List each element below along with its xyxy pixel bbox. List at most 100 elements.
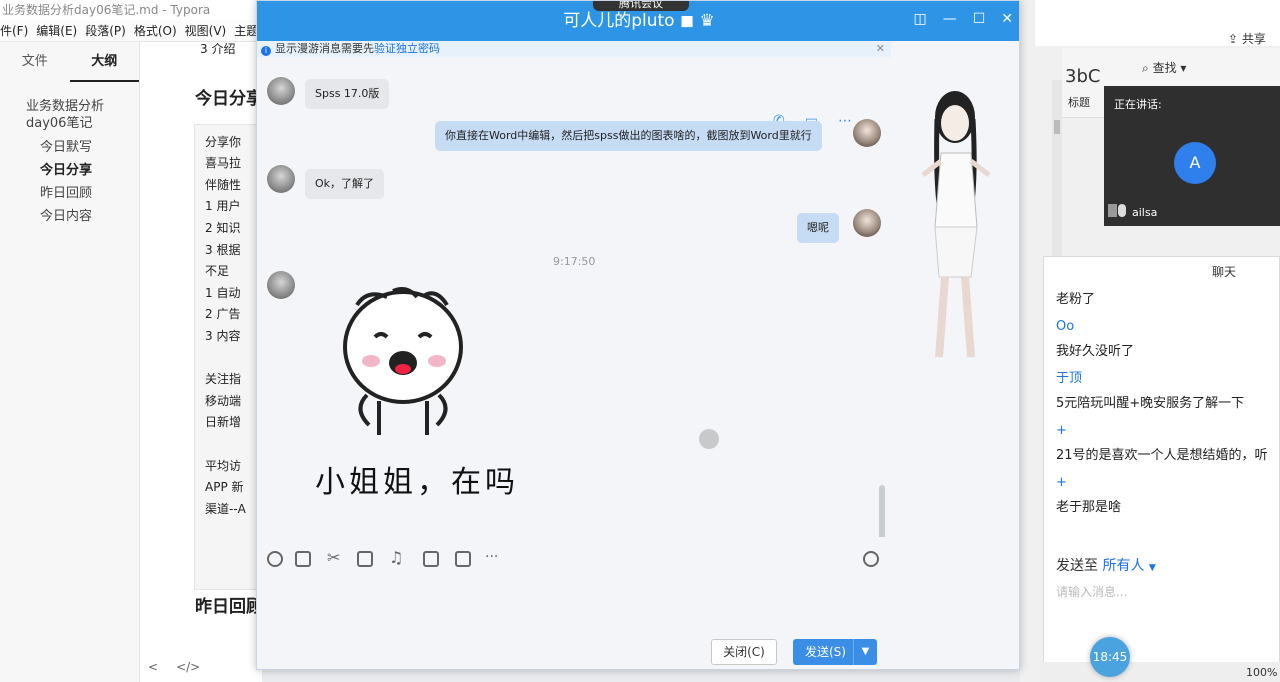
share-window-icon[interactable]: ◫ xyxy=(913,11,926,27)
menu-format[interactable]: 格式(O) xyxy=(134,20,177,41)
outline-root[interactable]: 业务数据分析day06笔记 xyxy=(0,82,139,132)
outline-item[interactable]: 昨日回顾 xyxy=(0,182,139,205)
search-icon: ⌕ xyxy=(1142,61,1149,75)
code-line: 不足 xyxy=(205,264,230,278)
chat-message: 我好久没听了 xyxy=(1056,344,1135,359)
emoji-icon[interactable] xyxy=(267,551,283,567)
send-to-selector[interactable]: 发送至 所有人 ▼ xyxy=(1056,555,1156,575)
chat-message: 老于那是啥 xyxy=(1056,500,1122,515)
voice-icon[interactable]: ♫ xyxy=(389,550,405,567)
send-button[interactable]: 发送(S) ▼ xyxy=(793,639,877,665)
typora-menubar: 件(F) 编辑(E) 段落(P) 格式(O) 视图(V) 主题 xyxy=(0,20,262,42)
contact-show-figure xyxy=(891,57,1019,669)
message-list[interactable]: ✆ ▭ ⋯ Spss 17.0版 你直接在Word中编辑，然后把spss做出的图… xyxy=(257,57,891,537)
chat-list: 老粉了 Oo 我好久没听了 于顶 5元陪玩叫醒+晚安服务了解一下 + 21号的是… xyxy=(1056,287,1280,523)
menu-paragraph[interactable]: 段落(P) xyxy=(85,20,126,41)
outline-item[interactable]: 今日分享 xyxy=(0,159,139,182)
word-scrollbar[interactable] xyxy=(1052,80,1062,260)
find-label: 查找 xyxy=(1152,61,1177,75)
folder-icon[interactable] xyxy=(357,551,373,567)
meeting-tag: 腾讯会议 xyxy=(593,1,689,11)
zoom-level[interactable]: 100% xyxy=(1246,666,1277,679)
send-to-target[interactable]: 所有人 xyxy=(1102,558,1144,574)
close-icon[interactable]: ✕ xyxy=(1001,11,1013,27)
typora-footer: < </> xyxy=(148,660,200,674)
menu-view[interactable]: 视图(V) xyxy=(185,20,227,41)
editor-line: 3 介绍 xyxy=(200,42,236,56)
qq-chat-window: 可人儿的pluto ◼ ♛ ◫ — ☐ ✕ 腾讯会议 i 显示漫游消息需要先验证独… xyxy=(256,0,1020,670)
menu-file[interactable]: 件(F) xyxy=(0,20,28,41)
close-notice-icon[interactable]: ✕ xyxy=(876,41,885,57)
chat-input[interactable]: 请输入消息... xyxy=(1056,583,1127,600)
image-icon[interactable] xyxy=(423,551,439,567)
message-bubble: Spss 17.0版 xyxy=(305,79,390,109)
code-line: 渠道--A xyxy=(205,502,246,516)
code-line: 2 广告 xyxy=(205,307,241,321)
message-scrollbar[interactable] xyxy=(879,485,885,537)
vip-icon: ♛ xyxy=(699,11,715,31)
more-tools-icon[interactable]: ··· xyxy=(485,550,507,567)
maximize-icon[interactable]: ☐ xyxy=(973,11,986,27)
menu-edit[interactable]: 编辑(E) xyxy=(36,20,77,41)
chevron-down-icon[interactable]: ▼ xyxy=(853,639,877,665)
info-icon: i xyxy=(261,46,271,56)
sticker-caption: 小姐姐，在吗 xyxy=(315,465,519,500)
avatar[interactable] xyxy=(267,77,295,105)
minimize-icon[interactable]: — xyxy=(943,11,957,27)
chat-message: 5元陪玩叫醒+晚安服务了解一下 xyxy=(1056,396,1245,411)
code-line: 伴随性 xyxy=(205,178,242,192)
status-bar xyxy=(1040,662,1280,682)
message-bubble: 嗯呢 xyxy=(797,213,839,243)
gif-icon[interactable] xyxy=(295,551,311,567)
more-icon[interactable]: ⋯ xyxy=(838,113,852,129)
code-block[interactable]: 分享你 喜马拉 伴随性 1 用户 2 知识 3 根据 不足 1 自动 2 广告 … xyxy=(194,124,262,590)
avatar[interactable] xyxy=(267,165,295,193)
chat-sender: Oo xyxy=(1056,319,1075,334)
avatar[interactable] xyxy=(853,119,881,147)
menu-theme[interactable]: 主题 xyxy=(234,20,258,41)
typora-title: 业务数据分析day06笔记.md - Typora xyxy=(0,0,262,20)
word-scroll-thumb[interactable] xyxy=(1054,120,1060,134)
avatar[interactable] xyxy=(267,271,295,299)
scissors-icon[interactable]: ✂ xyxy=(327,550,343,567)
heading-today: 今日分享 xyxy=(195,89,262,109)
typora-window: 业务数据分析day06笔记.md - Typora 件(F) 编辑(E) 段落(… xyxy=(0,0,262,682)
microphone-icon xyxy=(1118,204,1126,217)
chat-title: 聊天 xyxy=(1212,265,1237,279)
verify-password-link[interactable]: 验证独立密码 xyxy=(374,42,440,55)
tab-outline[interactable]: 大纲 xyxy=(69,42,139,82)
tab-files[interactable]: 文件 xyxy=(0,42,70,82)
avatar[interactable] xyxy=(853,209,881,237)
code-line: 1 用户 xyxy=(205,199,241,213)
contact-name: 可人儿的pluto xyxy=(563,11,675,31)
chevron-left-icon[interactable]: < xyxy=(148,660,158,674)
outline-item[interactable]: 今日默写 xyxy=(0,136,139,159)
qq-titlebar[interactable]: 可人儿的pluto ◼ ♛ ◫ — ☐ ✕ 腾讯会议 xyxy=(257,1,1019,41)
participant-avatar: A xyxy=(1174,142,1216,184)
meeting-chat-panel: 聊天 老粉了 Oo 我好久没听了 于顶 5元陪玩叫醒+晚安服务了解一下 + 21… xyxy=(1043,256,1280,666)
share-button[interactable]: ⇪ 共享 xyxy=(1228,30,1266,47)
code-line: APP 新 xyxy=(205,480,244,494)
code-line: 日新增 xyxy=(205,415,242,429)
share-icon: ⇪ xyxy=(1228,32,1239,46)
outline-item[interactable]: 今日内容 xyxy=(0,205,139,228)
word-style-preview[interactable]: 3bC xyxy=(1065,66,1100,87)
send-label: 发送(S) xyxy=(805,645,846,659)
speaking-label: 正在讲话: xyxy=(1114,98,1162,111)
send-to-label: 发送至 xyxy=(1056,558,1098,574)
code-line: 3 根据 xyxy=(205,243,241,257)
roaming-notice: i 显示漫游消息需要先验证独立密码 ✕ xyxy=(257,41,891,57)
input-toolbar: ✂ ♫ ··· xyxy=(257,541,891,577)
typora-editor[interactable]: 3 介绍 今日分享 分享你 喜马拉 伴随性 1 用户 2 知识 3 根据 不足 … xyxy=(140,42,262,655)
source-code-icon[interactable]: </> xyxy=(176,660,200,674)
close-button[interactable]: 关闭(C) xyxy=(711,639,777,665)
history-icon[interactable] xyxy=(863,551,879,567)
phone-screen-icon[interactable] xyxy=(455,551,471,567)
chevron-down-icon[interactable]: ▼ xyxy=(1149,563,1156,573)
typora-sidebar: 文件 大纲 业务数据分析day06笔记 今日默写 今日分享 昨日回顾 今日内容 xyxy=(0,42,140,682)
code-line: 2 知识 xyxy=(205,221,241,235)
clock-badge[interactable]: 18:45 xyxy=(1090,637,1130,677)
chat-sender: + xyxy=(1056,423,1067,438)
find-button[interactable]: ⌕ 查找 ▾ xyxy=(1142,59,1186,76)
code-line: 喜马拉 xyxy=(205,156,242,170)
